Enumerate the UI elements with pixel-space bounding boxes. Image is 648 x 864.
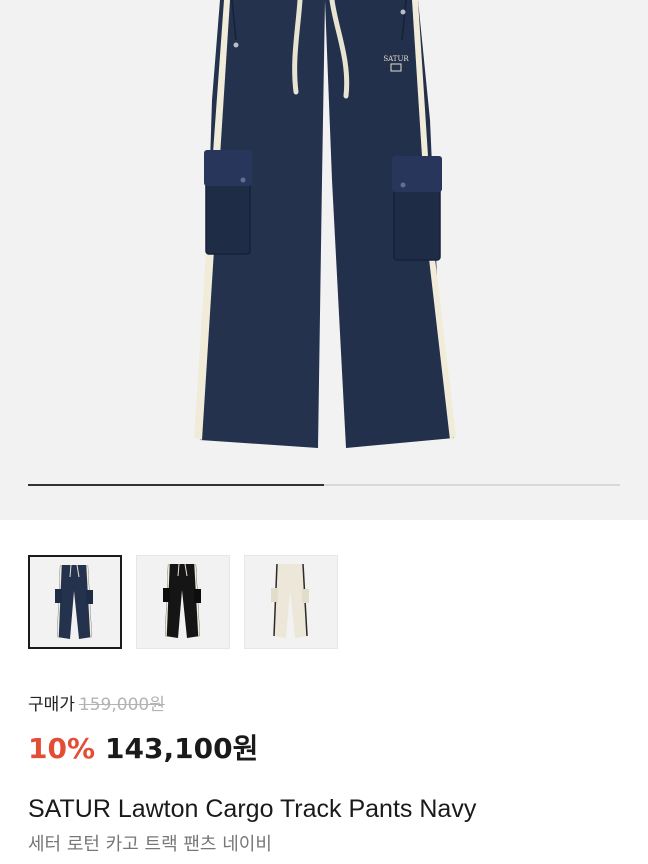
thumbnail-navy-image — [55, 564, 93, 639]
product-name-block: SATUR Lawton Cargo Track Pants Navy 세터 로… — [28, 795, 476, 856]
sale-price: 143,100원 — [105, 732, 259, 765]
original-price: 159,000원 — [78, 695, 165, 715]
product-name-ko: 세터 로턴 카고 트랙 팬츠 네이비 — [28, 834, 272, 855]
thumbnail-cream-image — [271, 563, 309, 638]
buy-price-label: 구매가 — [28, 695, 75, 715]
product-image-gallery[interactable]: SATUR — [0, 0, 648, 520]
buy-price-row: 구매가 159,000원 — [28, 690, 258, 715]
sale-price-row: 10% 143,100원 — [28, 727, 258, 767]
brand-logo-text: SATUR — [383, 55, 409, 63]
product-main-image: SATUR — [194, 0, 456, 448]
thumbnail-list — [28, 555, 338, 649]
gallery-progress-bar[interactable] — [28, 484, 620, 486]
thumbnail-black-image — [163, 563, 201, 638]
thumbnail-navy[interactable] — [28, 555, 122, 649]
gallery-progress-fill — [28, 484, 324, 486]
thumbnail-cream[interactable] — [244, 555, 338, 649]
product-name-en: SATUR Lawton Cargo Track Pants Navy — [28, 795, 477, 823]
price-block: 구매가 159,000원 10% 143,100원 — [28, 690, 258, 767]
thumbnail-black[interactable] — [136, 555, 230, 649]
discount-rate: 10% — [28, 732, 96, 765]
